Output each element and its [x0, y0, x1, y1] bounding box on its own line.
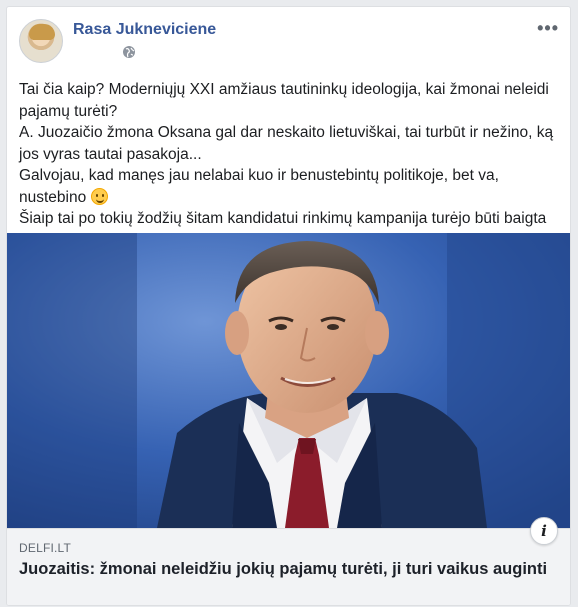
post-card: Rasa Jukneviciene ••• Tai čia kaip? Mode… — [6, 6, 571, 606]
post-text-line: Galvojau, kad manęs jau nelabai kuo ir b… — [19, 165, 564, 208]
more-options-icon[interactable]: ••• — [537, 19, 559, 37]
globe-icon[interactable] — [122, 45, 136, 59]
post-text-line: Tai čia kaip? Moderniųjų XXI amžiaus tau… — [19, 81, 549, 120]
link-headline[interactable]: Juozaitis: žmonai neleidžiu jokių pajamų… — [19, 559, 549, 580]
link-domain: DELFI.LT — [19, 541, 72, 555]
link-preview-image[interactable] — [7, 233, 570, 528]
smiley-emoji-icon — [90, 187, 108, 205]
author-avatar[interactable] — [19, 19, 63, 63]
post-text: Tai čia kaip? Moderniųjų XXI amžiaus tau… — [19, 79, 564, 230]
link-preview[interactable]: i DELFI.LT Juozaitis: žmonai neleidžiu j… — [7, 517, 570, 605]
post-text-line: Šiaip tai po tokių žodžių šitam kandidat… — [19, 210, 547, 227]
post-text-line: A. Juozaičio žmona Oksana gal dar neskai… — [19, 124, 554, 163]
info-icon[interactable]: i — [530, 517, 558, 545]
author-name[interactable]: Rasa Jukneviciene — [73, 21, 216, 39]
post-header: Rasa Jukneviciene ••• — [19, 19, 559, 65]
